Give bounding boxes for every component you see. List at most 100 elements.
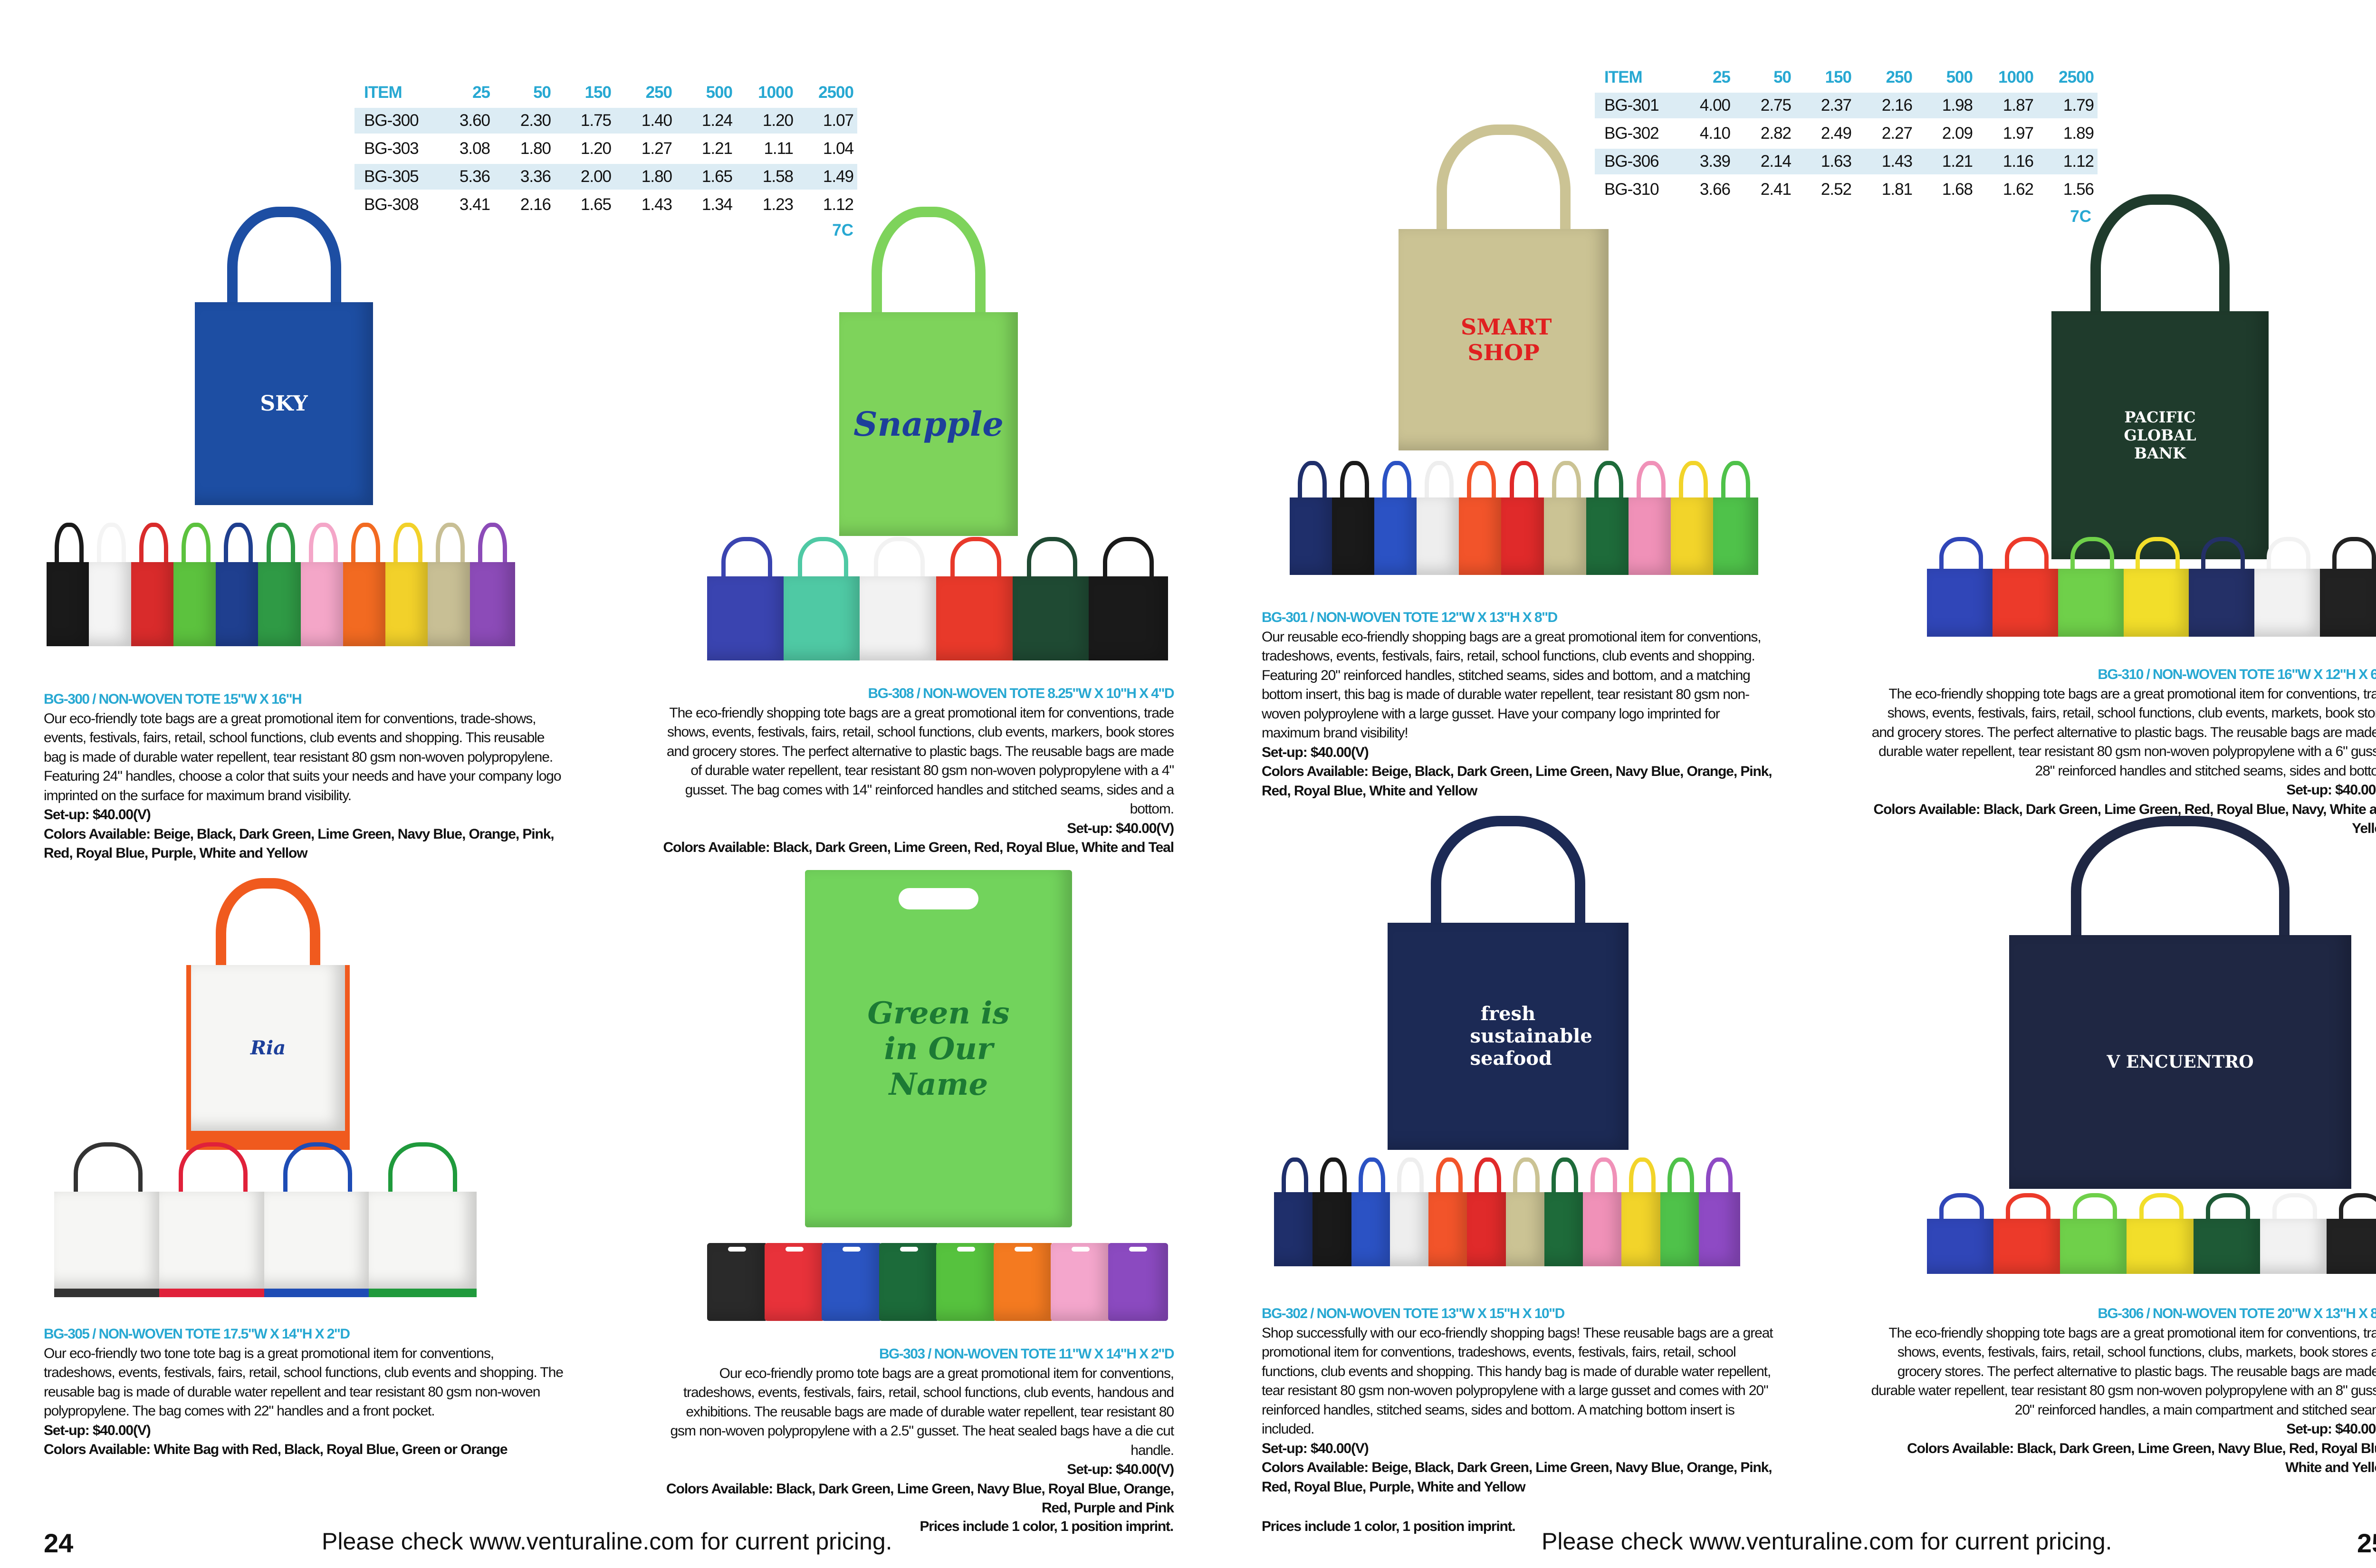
bag-body — [427, 562, 473, 646]
table-cell: 2.09 — [1942, 124, 1973, 143]
product-description: The eco-friendly shopping tote bags are … — [1871, 686, 2376, 779]
bag-body — [707, 1243, 767, 1321]
color-swatch-bag — [2320, 537, 2376, 637]
table-cell: BG-303 — [364, 139, 419, 158]
color-swatches-bg303 — [707, 1243, 1168, 1321]
table-row: BG-306 3.39 2.14 1.63 1.43 1.21 1.16 1.12 — [1595, 149, 2098, 174]
bag-body — [300, 562, 346, 646]
color-swatch-bag — [1332, 461, 1378, 575]
table-cell: 1.81 — [1881, 180, 1913, 199]
product-title: BG-306 / NON-WOVEN TOTE 20"W X 13"H X 8"… — [2098, 1306, 2376, 1321]
bag-body — [89, 562, 134, 646]
bag-body — [369, 1192, 477, 1297]
table-header-cell: 2500 — [2059, 68, 2094, 86]
product-colors: Colors Available: Black, Dark Green, Lim… — [1873, 801, 2376, 837]
table-cell: 1.98 — [1942, 96, 1973, 115]
bag-body — [2123, 569, 2192, 637]
table-header-cell: 150 — [584, 83, 612, 102]
table-header-cell: ITEM — [1604, 68, 1643, 86]
table-cell: 5.36 — [459, 167, 490, 186]
table-header-cell: 1000 — [758, 83, 794, 102]
table-cell: 1.04 — [823, 139, 854, 158]
color-swatch-bag — [993, 1243, 1054, 1321]
table-cell: 1.65 — [701, 167, 733, 186]
color-swatch-bag — [1713, 461, 1759, 575]
color-swatch-bag — [1108, 1243, 1168, 1321]
product-bg305: BG-305 / NON-WOVEN TOTE 17.5"W X 14"H X … — [44, 1325, 566, 1460]
color-swatch-bag — [2189, 537, 2258, 637]
bag-body — [1459, 497, 1504, 575]
bag-body: Snapple — [839, 312, 1018, 536]
color-swatch-bag — [1501, 461, 1547, 575]
color-swatches-bg310 — [1927, 537, 2376, 637]
table-cell: 1.21 — [701, 139, 733, 158]
bag-body — [707, 576, 786, 660]
table-cell: 1.20 — [580, 139, 612, 158]
color-swatch-bag — [936, 537, 1016, 660]
product-title: BG-303 / NON-WOVEN TOTE 11"W X 14"H X 2"… — [879, 1346, 1175, 1362]
table-header-cell: 150 — [1825, 68, 1852, 86]
table-header-cell: 250 — [645, 83, 672, 102]
product-colors: Colors Available: Beige, Black, Dark Gre… — [1262, 1460, 1772, 1495]
product-title: BG-305 / NON-WOVEN TOTE 17.5"W X 14"H X … — [44, 1326, 350, 1342]
product-description: Our eco-friendly promo tote bags are a g… — [670, 1365, 1174, 1458]
bag-body — [783, 576, 863, 660]
color-swatches-bg308 — [707, 537, 1169, 660]
table-cell: 1.40 — [641, 111, 672, 130]
product-title: BG-310 / NON-WOVEN TOTE 16"W X 12"H X 6"… — [2098, 667, 2376, 682]
product-bg306: BG-306 / NON-WOVEN TOTE 20"W X 13"H X 8"… — [1868, 1304, 2376, 1478]
bag-body — [2254, 569, 2323, 637]
page-number-right: 25 — [2357, 1528, 2376, 1558]
table-row: BG-301 4.00 2.75 2.37 2.16 1.98 1.87 1.79 — [1595, 93, 2098, 118]
table-cell: 1.97 — [2002, 124, 2034, 143]
table-row: BG-302 4.10 2.82 2.49 2.27 2.09 1.97 1.89 — [1595, 121, 2098, 146]
die-cut-handle — [957, 1247, 976, 1252]
table-cell: 3.39 — [1699, 152, 1731, 171]
color-swatch-bag — [936, 1243, 996, 1321]
table-cell: 1.34 — [701, 195, 733, 214]
table-cell: 2.27 — [1881, 124, 1913, 143]
table-cell: 2.16 — [1881, 96, 1913, 115]
product-setup: Set-up: $40.00(V) — [1067, 1462, 1174, 1477]
bag-body — [1660, 1192, 1702, 1266]
table-cell: BG-301 — [1604, 96, 1659, 115]
bag-body — [1544, 1192, 1586, 1266]
table-cell: 2.30 — [520, 111, 551, 130]
table-cell: 2.14 — [1760, 152, 1792, 171]
color-swatch-bag — [1927, 537, 1995, 637]
bag-body — [936, 576, 1016, 660]
table-cell: 1.49 — [823, 167, 854, 186]
color-swatch-bag — [1992, 537, 2061, 637]
table-cell: 1.16 — [2002, 152, 2034, 171]
color-swatch-bag — [2123, 537, 2192, 637]
price-table-left: ITEM 25 50 150 250 500 1000 2500 BG-300 3.60 2.30 1… — [354, 80, 858, 222]
bag-body — [860, 576, 939, 660]
bag-body — [216, 562, 261, 646]
die-cut-handle — [900, 1247, 918, 1252]
bag-logo: V ENCUENTRO — [2107, 1052, 2254, 1072]
color-swatch-bag — [1374, 461, 1420, 575]
bag-body — [1993, 1219, 2063, 1274]
color-swatch-bag — [2254, 537, 2323, 637]
bag-body: Ria — [186, 965, 350, 1150]
table-cell: 1.63 — [1820, 152, 1852, 171]
bag-body — [1713, 497, 1759, 575]
bag-body — [2189, 569, 2258, 637]
table-cell: 3.41 — [459, 195, 490, 214]
color-swatch-bag — [1505, 1157, 1547, 1266]
bag-body — [385, 562, 431, 646]
color-swatch-bag — [2326, 1193, 2376, 1274]
bag-body — [2193, 1219, 2263, 1274]
bag-body — [1628, 497, 1674, 575]
table-row: BG-300 3.60 2.30 1.75 1.40 1.24 1.20 1.07 — [354, 108, 857, 134]
table-row: BG-303 3.08 1.80 1.20 1.27 1.21 1.11 1.04 — [354, 136, 857, 162]
bag-body — [1927, 569, 1995, 637]
bag-body — [1012, 576, 1092, 660]
color-swatch-bag — [2060, 1193, 2130, 1274]
color-swatch-bag — [54, 1142, 162, 1297]
color-swatch-bag — [1698, 1157, 1740, 1266]
product-colors: Colors Available: Black, Dark Green, Lim… — [1907, 1440, 2376, 1476]
bag-body — [1927, 1219, 1997, 1274]
bag-body — [1698, 1192, 1740, 1266]
bag-body — [1274, 1192, 1316, 1266]
